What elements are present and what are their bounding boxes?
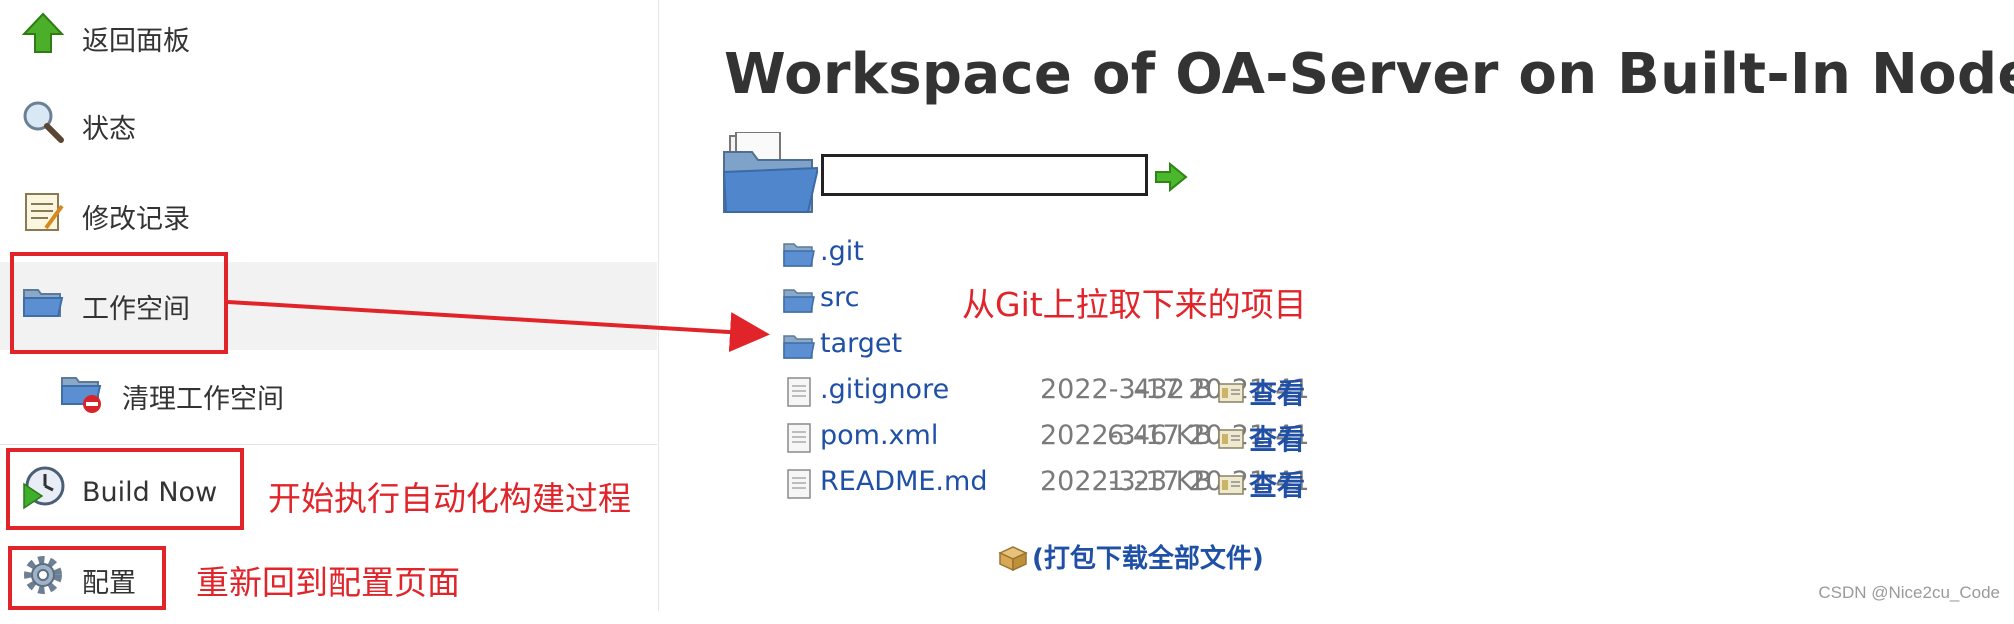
path-input[interactable] <box>821 154 1148 196</box>
sidebar-item-label: 清理工作空间 <box>122 383 284 415</box>
page-title: Workspace of OA-Server on Built-In Node <box>724 42 2014 107</box>
list-item: src <box>782 278 1542 324</box>
folder-delete-icon <box>58 368 104 414</box>
sidebar-item-back-to-dashboard[interactable]: 返回面板 <box>0 0 657 82</box>
file-size: 1.23 KB <box>1107 466 1212 497</box>
view-file-icon <box>1218 475 1244 495</box>
annotation-box-build-now <box>6 448 244 530</box>
file-link[interactable]: target <box>820 328 902 359</box>
list-item: .git <box>782 232 1542 278</box>
notepad-icon <box>20 188 66 234</box>
sidebar-item-label: 状态 <box>82 113 136 145</box>
file-icon <box>787 377 811 407</box>
folder-icon <box>783 335 815 359</box>
folder-icon <box>783 289 815 313</box>
file-icon <box>787 469 811 499</box>
folder-icon <box>722 132 818 213</box>
view-link[interactable]: 查看 <box>1249 372 1305 412</box>
up-arrow-icon <box>20 10 66 56</box>
file-link[interactable]: .gitignore <box>820 374 949 405</box>
file-link[interactable]: src <box>820 282 859 313</box>
annotation-build-note: 开始执行自动化构建过程 <box>268 479 631 518</box>
download-all-link[interactable]: (打包下载全部文件) <box>998 538 1264 575</box>
file-size: 432 B <box>1133 374 1212 405</box>
annotation-config-note: 重新回到配置页面 <box>196 563 460 602</box>
folder-icon <box>783 243 815 267</box>
list-item: .gitignore 2022-3-17 20:21:41 432 B 查看 <box>782 370 1542 416</box>
view-file-icon <box>1218 429 1244 449</box>
file-link[interactable]: .git <box>820 236 864 267</box>
view-link[interactable]: 查看 <box>1249 418 1305 458</box>
go-arrow-icon[interactable] <box>1154 160 1188 194</box>
sidebar-item-label: 修改记录 <box>82 203 190 235</box>
view-link[interactable]: 查看 <box>1249 464 1305 504</box>
file-link[interactable]: pom.xml <box>820 420 938 451</box>
watermark: CSDN @Nice2cu_Code <box>1818 583 2000 602</box>
sidebar-item-status[interactable]: 状态 <box>0 82 657 170</box>
magnifier-icon <box>20 98 66 144</box>
download-all-label: (打包下载全部文件) <box>1032 544 1264 574</box>
annotation-box-workspace <box>10 252 228 354</box>
list-item: target <box>782 324 1542 370</box>
view-file-icon <box>1218 383 1244 403</box>
sidebar-item-label: 返回面板 <box>82 25 190 57</box>
file-icon <box>787 423 811 453</box>
annotation-box-configure <box>8 546 166 610</box>
sidebar-item-wipe-workspace[interactable]: 清理工作空间 <box>0 352 657 440</box>
list-item: pom.xml 2022-3-17 20:21:41 6.46 KB 查看 <box>782 416 1542 462</box>
file-link[interactable]: README.md <box>820 466 987 497</box>
sidebar-divider <box>0 444 657 445</box>
list-item: README.md 2022-3-17 20:21:41 1.23 KB 查看 <box>782 462 1542 508</box>
sidebar-item-changes[interactable]: 修改记录 <box>0 172 657 260</box>
file-size: 6.46 KB <box>1107 420 1212 451</box>
package-icon <box>998 545 1028 571</box>
